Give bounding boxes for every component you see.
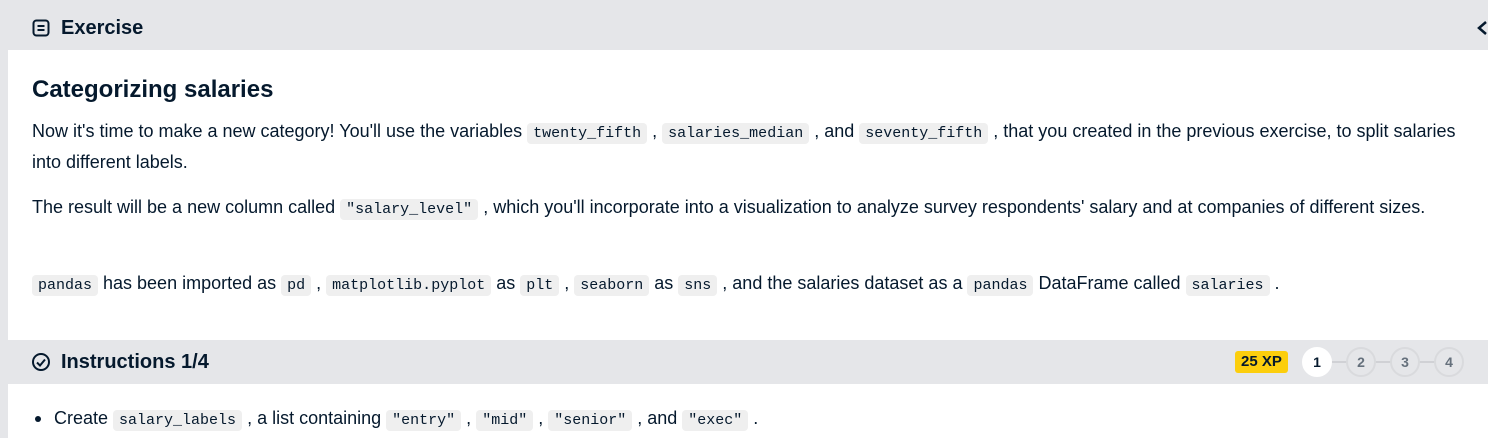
inline-code: twenty_fifth (527, 123, 648, 144)
exercise-panel: Exercise Categorizing salaries Now it's … (8, 6, 1488, 438)
instructions-list: Create salary_labels , a list containing… (32, 404, 758, 435)
text: , (461, 408, 477, 428)
text: , (647, 121, 663, 141)
text: as (491, 273, 521, 293)
bullet-dot-icon (35, 416, 41, 422)
inline-code: pd (281, 275, 312, 296)
step-1-button[interactable]: 1 (1302, 347, 1332, 377)
xp-badge: 25 XP (1235, 351, 1288, 373)
exercise-paragraph-2: The result will be a new column called "… (32, 193, 1472, 224)
text: DataFrame called (1033, 273, 1186, 293)
step-connector (1317, 361, 1447, 363)
text: , and (809, 121, 860, 141)
exercise-header: Exercise (8, 6, 1488, 50)
inline-code: seaborn (574, 275, 650, 296)
check-circle-icon (32, 353, 50, 371)
inline-code: salaries (1185, 275, 1270, 296)
step-progress: 1 2 3 4 (1302, 347, 1466, 377)
text: . (1269, 273, 1280, 293)
inline-code: "senior" (548, 410, 633, 431)
text: , and the salaries dataset as a (717, 273, 968, 293)
text: , (533, 408, 549, 428)
text: , (559, 273, 575, 293)
inline-code: pandas (967, 275, 1034, 296)
text: . (748, 408, 759, 428)
text: , a list containing (242, 408, 387, 428)
inline-code: plt (520, 275, 560, 296)
text: Now it's time to make a new category! Yo… (32, 121, 528, 141)
inline-code: sns (678, 275, 718, 296)
text: has been imported as (98, 273, 282, 293)
text: , (311, 273, 327, 293)
step-2-button[interactable]: 2 (1346, 347, 1376, 377)
inline-code: salary_labels (113, 410, 243, 431)
exercise-header-title: Exercise (61, 17, 144, 39)
text: The result will be a new column called (32, 197, 341, 217)
inline-code: "exec" (682, 410, 749, 431)
exercise-paragraph-3: pandas has been imported as pd , matplot… (32, 269, 1472, 300)
inline-code: "entry" (386, 410, 462, 431)
inline-code: "mid" (476, 410, 534, 431)
exercise-paragraph-1: Now it's time to make a new category! Yo… (32, 117, 1472, 176)
document-icon (32, 19, 50, 37)
collapse-chevron-icon[interactable] (1474, 16, 1488, 40)
step-4-button[interactable]: 4 (1434, 347, 1464, 377)
step-3-button[interactable]: 3 (1390, 347, 1420, 377)
exercise-title: Categorizing salaries (32, 76, 274, 103)
inline-code: "salary_level" (340, 199, 479, 220)
inline-code: pandas (32, 275, 99, 296)
text: as (649, 273, 679, 293)
text: , and (632, 408, 683, 428)
instructions-header-title: Instructions 1/4 (61, 351, 209, 373)
inline-code: salaries_median (662, 123, 810, 144)
instruction-item: Create salary_labels , a list containing… (32, 404, 758, 435)
inline-code: seventy_fifth (859, 123, 989, 144)
inline-code: matplotlib.pyplot (326, 275, 492, 296)
text: , which you'll incorporate into a visual… (478, 197, 1426, 217)
text: Create (54, 408, 114, 428)
